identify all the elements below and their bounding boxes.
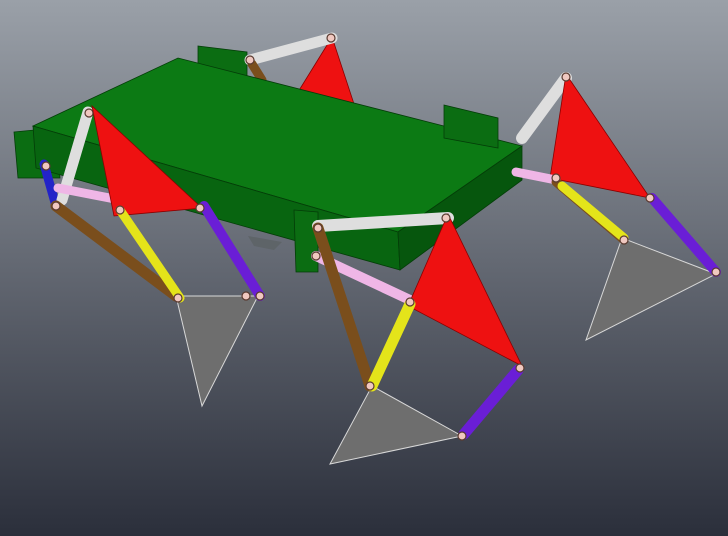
rr-pin-4 xyxy=(619,235,629,245)
lf-pin-3 xyxy=(51,201,61,211)
lf-pin-2 xyxy=(41,161,51,171)
back-pin-2 xyxy=(326,33,336,43)
fc-pin-2 xyxy=(311,251,321,261)
lf-pin-4 xyxy=(115,205,125,215)
rr-pin-5 xyxy=(711,267,721,277)
fc-pin-3 xyxy=(441,213,451,223)
walking-robot-model[interactable] xyxy=(0,0,728,536)
rr-pin-1 xyxy=(561,72,571,82)
rr-pin-3 xyxy=(645,193,655,203)
front-bracket xyxy=(293,209,319,273)
back-pin-1 xyxy=(245,55,255,65)
lf-pin-7 xyxy=(241,291,251,301)
fc-pin-5 xyxy=(515,363,525,373)
cad-viewport[interactable] xyxy=(0,0,728,536)
fc-pin-7 xyxy=(457,431,467,441)
lf-pin-5 xyxy=(195,203,205,213)
rr-pin-2 xyxy=(551,173,561,183)
lf-pin-8 xyxy=(255,291,265,301)
fc-pin-4 xyxy=(405,297,415,307)
lf-pin-1 xyxy=(84,108,94,118)
lf-pin-6 xyxy=(173,293,183,303)
fc-pin-1 xyxy=(313,223,323,233)
fc-pin-6 xyxy=(365,381,375,391)
fc-white-link[interactable] xyxy=(312,212,454,232)
